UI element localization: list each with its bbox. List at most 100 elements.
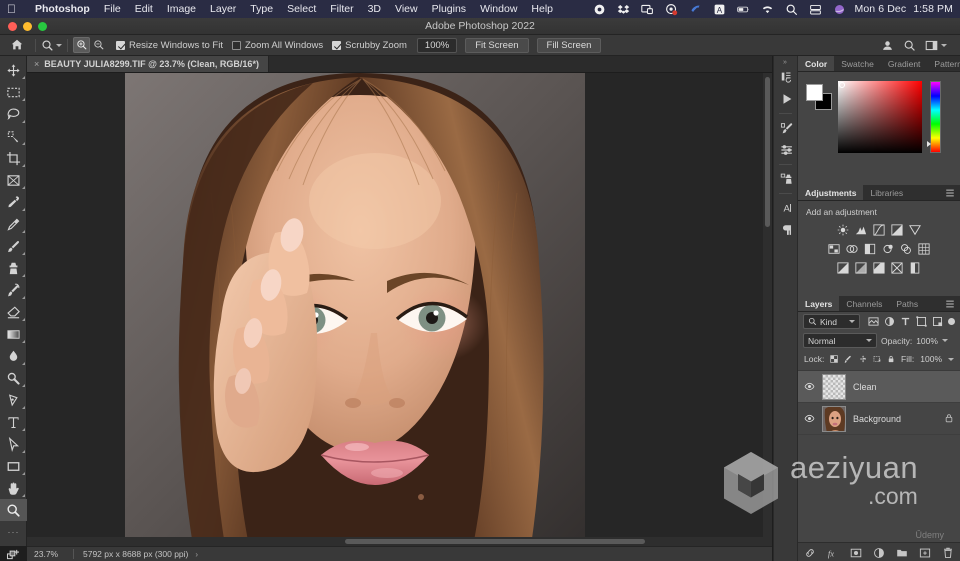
record-circle-icon[interactable]	[593, 3, 606, 16]
move-tool[interactable]	[0, 59, 27, 81]
fill-chevron-icon[interactable]	[948, 357, 955, 361]
fill-screen-button[interactable]: Fill Screen	[536, 37, 602, 53]
layer-filter-kind-select[interactable]: Kind	[803, 314, 860, 329]
tab-color[interactable]: Color	[798, 56, 835, 71]
tab-patterns[interactable]: Patterns	[927, 56, 960, 71]
eraser-tool[interactable]	[0, 301, 27, 323]
menu-clock[interactable]: Mon 6 Dec 1:58 PM	[855, 3, 954, 15]
healing-brush-tool[interactable]	[0, 213, 27, 235]
canvas-vertical-scrollbar[interactable]	[763, 73, 772, 546]
filter-smart-icon[interactable]	[932, 316, 943, 327]
apple-icon[interactable]: 	[7, 3, 16, 15]
resize-windows-checkbox-box[interactable]	[116, 40, 125, 50]
scrubby-zoom-checkbox-box[interactable]	[332, 40, 342, 50]
photo-filter-icon[interactable]	[882, 243, 894, 255]
layer-thumbnail[interactable]	[822, 373, 846, 400]
more-tools-button[interactable]: ···	[0, 521, 27, 543]
exposure-icon[interactable]	[891, 224, 903, 236]
gradient-map-icon[interactable]	[891, 262, 903, 274]
zoom-percent-field[interactable]: 100%	[416, 37, 458, 53]
new-layer-icon[interactable]	[919, 547, 931, 559]
lock-artboard-icon[interactable]	[873, 354, 881, 364]
spotlight-search-icon[interactable]	[785, 3, 798, 16]
color-panel-foreground-swatch[interactable]	[806, 84, 823, 101]
chrome-icon[interactable]	[665, 3, 678, 16]
menu-select[interactable]: Select	[280, 3, 323, 15]
type-tool[interactable]	[0, 411, 27, 433]
status-expand-arrow[interactable]: ›	[195, 550, 198, 559]
phone-call-icon[interactable]	[689, 3, 702, 16]
dodge-tool[interactable]	[0, 367, 27, 389]
new-group-icon[interactable]	[896, 547, 908, 559]
menu-layer[interactable]: Layer	[203, 3, 243, 15]
siri-icon[interactable]	[833, 3, 846, 16]
layer-name[interactable]: Background	[853, 414, 901, 424]
layer-visibility-toggle[interactable]	[804, 413, 815, 424]
shape-tool[interactable]	[0, 455, 27, 477]
zoom-all-windows-checkbox[interactable]: Zoom All Windows	[231, 40, 323, 51]
curves-icon[interactable]	[873, 224, 885, 236]
hand-tool[interactable]	[0, 477, 27, 499]
tab-layers[interactable]: Layers	[798, 296, 840, 311]
menu-plugins[interactable]: Plugins	[425, 3, 473, 15]
menu-type[interactable]: Type	[243, 3, 280, 15]
hue-saturation-icon[interactable]	[828, 243, 840, 255]
layer-visibility-toggle[interactable]	[804, 381, 815, 392]
search-icon[interactable]	[903, 39, 916, 52]
history-panel-button[interactable]	[774, 66, 799, 88]
crop-tool[interactable]	[0, 147, 27, 169]
posterize-icon[interactable]	[855, 262, 867, 274]
zoom-button[interactable]	[38, 21, 47, 31]
add-layer-mask-icon[interactable]	[850, 547, 862, 559]
adjustments-panel-menu-button[interactable]	[940, 185, 960, 200]
history-brush-tool[interactable]	[0, 279, 27, 301]
vibrance-icon[interactable]	[909, 224, 921, 236]
close-button[interactable]	[8, 21, 17, 31]
layer-row-background[interactable]: Background	[798, 403, 960, 435]
layer-row-clean[interactable]: Clean	[798, 371, 960, 403]
close-icon[interactable]: ×	[34, 59, 39, 69]
color-balance-icon[interactable]	[846, 243, 858, 255]
frame-tool[interactable]	[0, 169, 27, 191]
chevron-down-icon[interactable]	[866, 339, 872, 342]
lock-all-icon[interactable]	[887, 354, 895, 364]
menu-file[interactable]: File	[97, 3, 128, 15]
dropbox-icon[interactable]	[617, 3, 630, 16]
filter-shape-icon[interactable]	[916, 316, 927, 327]
character-panel-button[interactable]: A	[774, 197, 799, 219]
color-lookup-icon[interactable]	[918, 243, 930, 255]
canvas-horizontal-scroll-thumb[interactable]	[345, 539, 645, 544]
battery-icon[interactable]	[736, 3, 750, 16]
filter-pixel-icon[interactable]	[868, 316, 879, 327]
canvas-vertical-scroll-thumb[interactable]	[765, 77, 770, 227]
quick-selection-tool[interactable]	[0, 125, 27, 147]
link-layers-icon[interactable]	[804, 547, 816, 559]
color-hue-slider[interactable]	[927, 81, 941, 153]
layer-thumbnail[interactable]	[822, 405, 846, 432]
color-picker-body[interactable]	[798, 72, 960, 185]
home-icon[interactable]	[10, 38, 24, 52]
character-a-icon[interactable]: A	[713, 3, 726, 16]
brush-tool[interactable]	[0, 235, 27, 257]
filter-enable-toggle[interactable]	[948, 318, 955, 325]
tab-swatches[interactable]: Swatche	[834, 56, 881, 71]
new-adjustment-layer-icon[interactable]	[873, 547, 885, 559]
layer-style-fx-icon[interactable]: fx	[827, 547, 839, 559]
selective-color-icon[interactable]	[909, 262, 921, 274]
filter-type-icon[interactable]	[900, 316, 911, 327]
document-image[interactable]	[125, 73, 585, 546]
zoom-tool[interactable]	[0, 499, 27, 521]
black-white-icon[interactable]	[864, 243, 876, 255]
menu-3d[interactable]: 3D	[361, 3, 388, 15]
color-picker-marker[interactable]	[839, 82, 845, 88]
tab-paths[interactable]: Paths	[889, 296, 925, 311]
delete-layer-icon[interactable]	[942, 547, 954, 559]
menu-filter[interactable]: Filter	[323, 3, 360, 15]
tab-channels[interactable]: Channels	[839, 296, 889, 311]
menu-window[interactable]: Window	[473, 3, 524, 15]
lock-image-pixels-icon[interactable]	[844, 354, 852, 364]
menu-view[interactable]: View	[388, 3, 425, 15]
layer-name[interactable]: Clean	[853, 382, 877, 392]
adjustment-sliders-button[interactable]	[774, 139, 799, 161]
canvas-horizontal-scrollbar[interactable]	[27, 537, 772, 546]
